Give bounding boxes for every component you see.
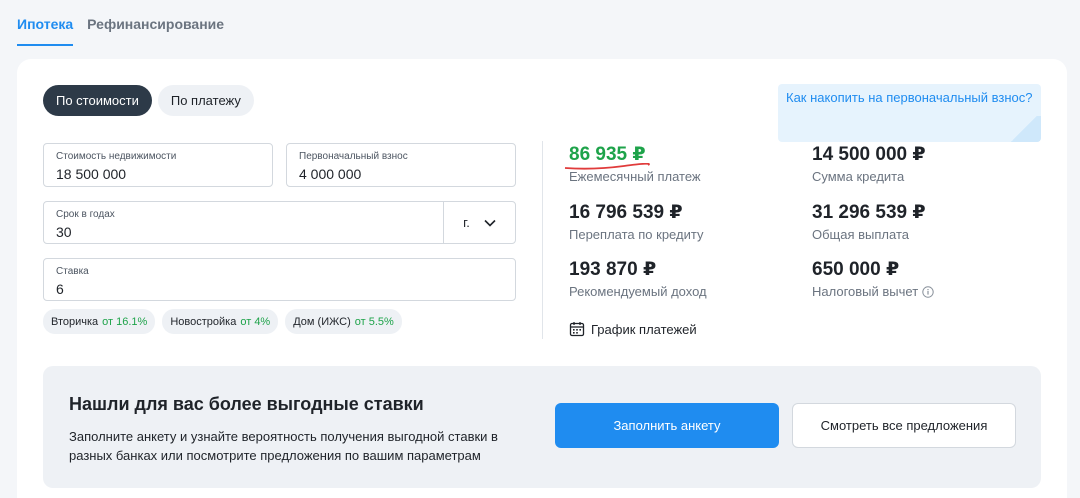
rate-label: Ставка [56,266,89,277]
chip-label: Новостройка [170,315,237,328]
view-all-offers-button[interactable]: Смотреть все предложения [792,403,1016,448]
overpayment-result: 16 796 539 ₽ Переплата по кредиту [569,202,703,242]
chip-label: Дом (ИЖС) [293,315,351,328]
fill-form-button[interactable]: Заполнить анкету [555,403,779,448]
down-payment-promo-link[interactable]: Как накопить на первоначальный взнос? [778,84,1041,142]
better-rates-banner: Нашли для вас более выгодные ставки Запо… [43,366,1041,488]
loan-amount-caption: Сумма кредита [812,169,905,184]
calendar-icon [569,322,585,337]
term-field[interactable]: Срок в годах г. [43,201,516,244]
banner-title: Нашли для вас более выгодные ставки [69,394,424,414]
term-unit-value: г. [463,215,470,230]
chip-rate: от 16.1% [102,315,148,328]
tab-refinancing[interactable]: Рефинансирование [87,0,224,46]
mode-by-cost-button[interactable]: По стоимости [43,85,152,116]
recommended-income-result: 193 870 ₽ Рекомендуемый доход [569,259,707,299]
tax-deduction-value: 650 000 ₽ [812,259,900,280]
rate-field[interactable]: Ставка [43,258,516,301]
mode-toggle: По стоимости По платежу [43,85,254,116]
overpayment-value: 16 796 539 ₽ [569,202,683,223]
calculator-card: По стоимости По платежу Стоимость недвиж… [17,59,1067,498]
chip-new-building[interactable]: Новостройка от 4% [162,309,279,334]
property-type-chips: Вторичка от 16.1% Новостройка от 4% Дом … [43,309,402,334]
rate-input[interactable] [56,281,503,297]
down-payment-field[interactable]: Первоначальный взнос [286,143,516,187]
monthly-payment-value: 86 935 ₽ [569,144,646,165]
mode-by-payment-button[interactable]: По платежу [157,85,254,116]
down-payment-input[interactable] [299,166,503,182]
chip-secondary[interactable]: Вторичка от 16.1% [43,309,156,334]
tax-deduction-result: 650 000 ₽ Налоговый вычет [812,259,934,299]
payment-schedule-label: График платежей [591,321,697,337]
top-tabs: Ипотека Рефинансирование [17,0,224,46]
monthly-payment-caption: Ежемесячный платеж [569,169,701,184]
total-payment-caption: Общая выплата [812,227,909,242]
payment-schedule-link[interactable]: График платежей [569,321,697,337]
property-cost-input[interactable] [56,166,260,182]
tax-deduction-caption-row: Налоговый вычет [812,284,934,299]
loan-amount-value: 14 500 000 ₽ [812,144,926,165]
monthly-payment-value-wrap: 86 935 ₽ [564,144,701,170]
term-unit-select[interactable]: г. [443,202,515,243]
chip-label: Вторичка [51,315,99,328]
property-cost-field[interactable]: Стоимость недвижимости [43,143,273,187]
red-underline-mark [564,163,650,170]
chevron-down-icon [484,219,496,227]
promo-text: Как накопить на первоначальный взнос? [786,90,1033,105]
promo-corner-decoration [1007,116,1041,142]
term-input[interactable] [56,224,436,240]
banner-text: Заполните анкету и узнайте вероятность п… [69,429,498,463]
tab-mortgage[interactable]: Ипотека [17,0,74,46]
chip-house[interactable]: Дом (ИЖС) от 5.5% [285,309,402,334]
total-payment-value: 31 296 539 ₽ [812,202,926,223]
monthly-payment-result: 86 935 ₽ Ежемесячный платеж [564,144,701,184]
loan-amount-result: 14 500 000 ₽ Сумма кредита [812,144,926,184]
overpayment-caption: Переплата по кредиту [569,227,704,242]
chip-rate: от 5.5% [354,315,394,328]
chip-rate: от 4% [240,315,271,328]
recommended-income-value: 193 870 ₽ [569,259,657,280]
property-cost-label: Стоимость недвижимости [56,151,177,162]
total-payment-result: 31 296 539 ₽ Общая выплата [812,202,926,242]
vertical-divider [542,141,543,339]
recommended-income-caption: Рекомендуемый доход [569,284,707,299]
tax-deduction-caption: Налоговый вычет [812,284,919,299]
down-payment-label: Первоначальный взнос [299,151,408,162]
info-icon[interactable] [922,285,934,298]
term-label: Срок в годах [56,209,115,220]
